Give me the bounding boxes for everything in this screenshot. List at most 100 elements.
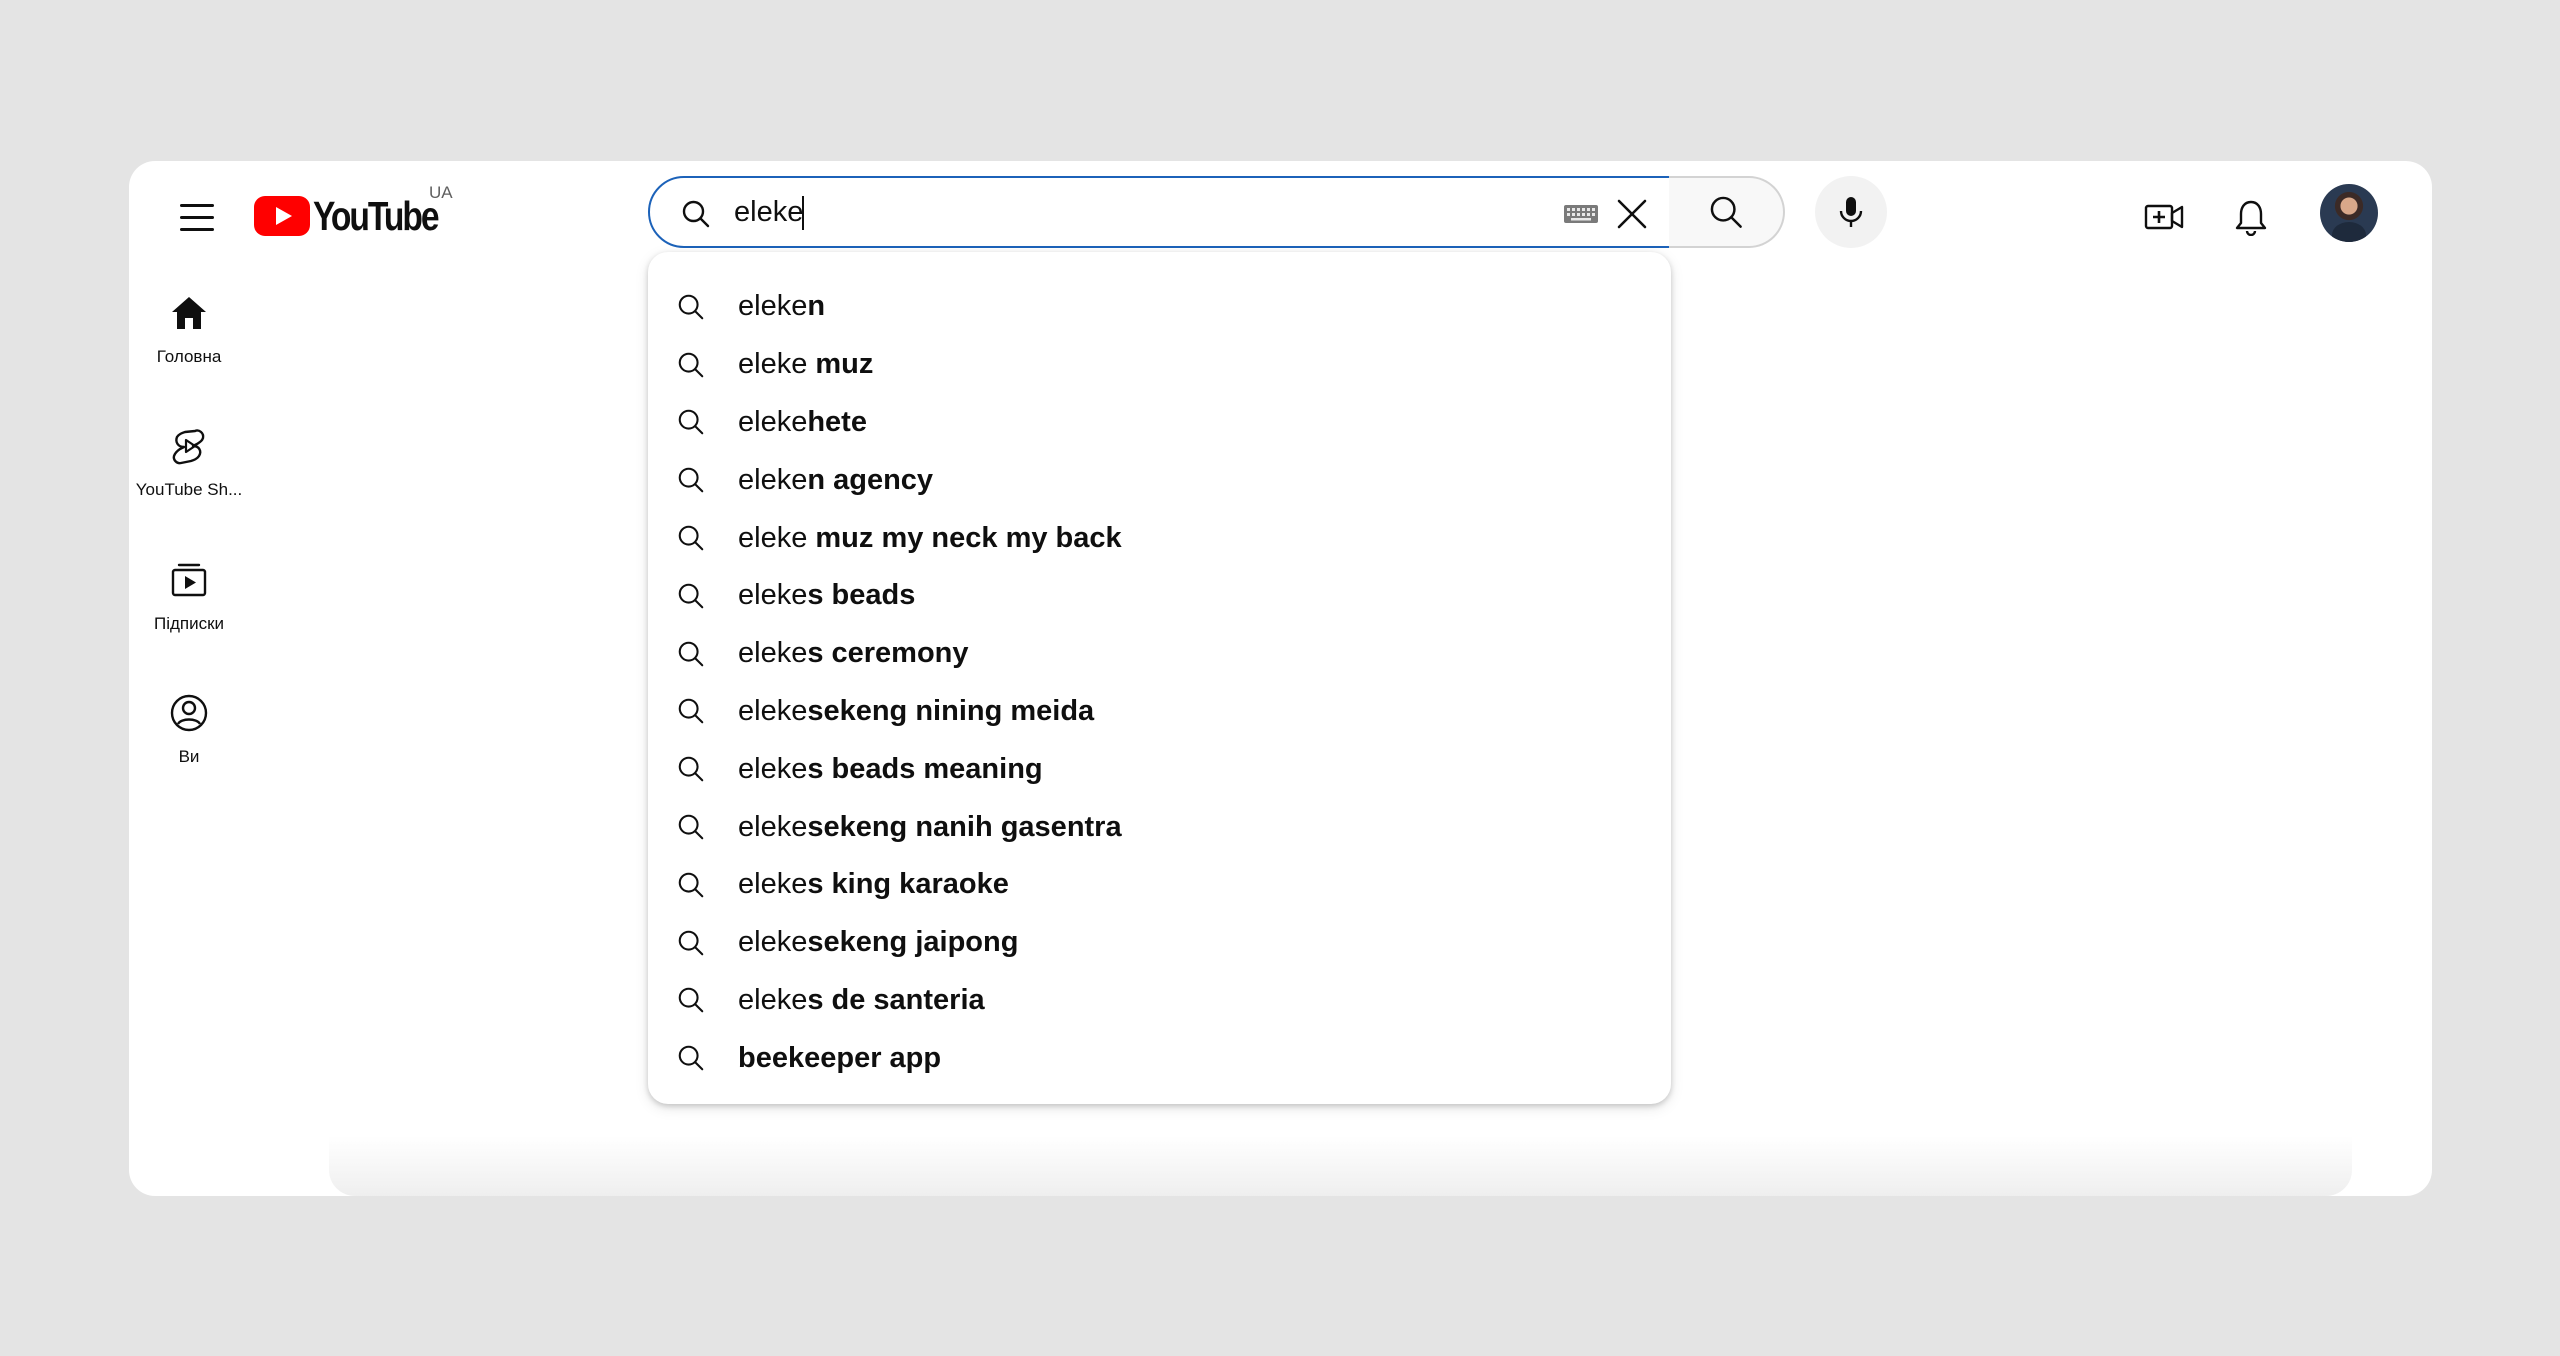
suggestion-completion: beekeeper app bbox=[738, 1041, 942, 1074]
suggestion-typed-prefix: eleke bbox=[738, 637, 808, 670]
suggestion-typed-prefix: eleke bbox=[738, 926, 808, 959]
suggestion-item[interactable]: elekes beads bbox=[648, 567, 1671, 625]
search-icon bbox=[678, 468, 704, 493]
search-icon bbox=[678, 699, 704, 724]
sidebar-item-label: Головна bbox=[156, 347, 222, 366]
suggestion-completion: muz bbox=[807, 348, 874, 381]
menu-bar bbox=[180, 203, 214, 207]
youtube-window: YouTube UA eleke Головна YouTube Sh... П… bbox=[129, 161, 2432, 1196]
logo-text: YouTube bbox=[313, 192, 440, 239]
search-icon bbox=[678, 1045, 704, 1071]
suggestion-item[interactable]: elekesekeng jaipong bbox=[648, 914, 1671, 972]
search-icon bbox=[678, 814, 704, 840]
sidebar-item-subscriptions[interactable]: Підписки bbox=[129, 548, 249, 658]
search-icon bbox=[678, 756, 704, 782]
suggestion-typed-prefix: eleke bbox=[738, 290, 808, 323]
suggestion-completion: muz my neck my back bbox=[807, 521, 1122, 554]
suggestion-text: elekes king karaoke bbox=[738, 868, 1009, 901]
keyboard-icon[interactable] bbox=[1563, 203, 1599, 225]
suggestion-text: elekes de santeria bbox=[738, 984, 985, 1017]
menu-bar bbox=[180, 215, 214, 219]
sidebar-item-shorts[interactable]: YouTube Sh... bbox=[129, 414, 249, 524]
search-icon bbox=[1710, 196, 1742, 228]
suggestion-text: eleke muz bbox=[738, 348, 873, 381]
search-icon bbox=[678, 988, 704, 1013]
suggestion-text: elekehete bbox=[738, 406, 867, 439]
text-caret bbox=[802, 196, 804, 230]
sidebar-item-label: Підписки bbox=[153, 614, 225, 633]
suggestion-typed-prefix: eleke bbox=[738, 579, 808, 612]
suggestion-text: eleken bbox=[738, 290, 825, 323]
sidebar-item-you[interactable]: Ви bbox=[129, 681, 249, 791]
suggestion-completion: s de santeria bbox=[807, 983, 985, 1016]
create-video-icon bbox=[2144, 204, 2184, 230]
suggestion-item[interactable]: elekesekeng nanih gasentra bbox=[648, 798, 1671, 856]
voice-search-button[interactable] bbox=[1815, 176, 1887, 248]
shorts-icon bbox=[172, 429, 205, 465]
home-icon bbox=[172, 297, 206, 329]
search-icon bbox=[678, 294, 704, 320]
suggestion-typed-prefix: eleke bbox=[738, 521, 808, 554]
menu-bar bbox=[180, 227, 214, 231]
suggestion-typed-prefix: eleke bbox=[738, 983, 808, 1016]
suggestion-completion: s beads bbox=[807, 579, 916, 612]
bell-icon bbox=[2235, 200, 2267, 236]
avatar[interactable] bbox=[2320, 184, 2378, 242]
suggestion-typed-prefix: eleke bbox=[738, 348, 808, 381]
notifications-button[interactable] bbox=[2223, 189, 2279, 245]
suggestion-text: elekes ceremony bbox=[738, 637, 969, 670]
suggestion-item[interactable]: eleke muz my neck my back bbox=[648, 509, 1671, 567]
suggestion-typed-prefix: eleke bbox=[738, 868, 808, 901]
search-input[interactable] bbox=[734, 190, 1524, 234]
search-icon bbox=[678, 352, 704, 377]
suggestion-completion: n bbox=[807, 290, 826, 323]
suggestion-item[interactable]: eleken bbox=[648, 278, 1671, 336]
search-icon bbox=[678, 930, 704, 955]
suggestion-text: elekes beads bbox=[738, 579, 915, 612]
sidebar-item-label: Ви bbox=[178, 747, 200, 766]
microphone-icon bbox=[1839, 197, 1863, 227]
suggestion-item[interactable]: eleken agency bbox=[648, 451, 1671, 509]
suggestion-text: eleke muz my neck my back bbox=[738, 522, 1122, 555]
suggestion-completion: s ceremony bbox=[807, 637, 969, 670]
suggestion-typed-prefix: eleke bbox=[738, 810, 808, 843]
you-icon bbox=[170, 694, 208, 732]
country-code: UA bbox=[429, 183, 453, 202]
suggestion-text: elekesekeng jaipong bbox=[738, 926, 1018, 959]
search-icon bbox=[678, 525, 704, 551]
subscriptions-icon bbox=[171, 563, 207, 597]
suggestion-text: beekeeper app bbox=[738, 1042, 941, 1075]
suggestion-item[interactable]: eleke muz bbox=[648, 336, 1671, 394]
search-icon bbox=[678, 872, 704, 898]
suggestion-text: elekes beads meaning bbox=[738, 753, 1043, 786]
suggestion-item[interactable]: elekes king karaoke bbox=[648, 856, 1671, 914]
suggestion-text: elekesekeng nining meida bbox=[738, 695, 1094, 728]
suggestion-text: elekesekeng nanih gasentra bbox=[738, 811, 1122, 844]
suggestion-typed-prefix: eleke bbox=[738, 694, 808, 727]
youtube-play-icon bbox=[254, 196, 310, 236]
suggestion-completion: hete bbox=[807, 405, 867, 438]
search-box[interactable] bbox=[648, 176, 1671, 248]
suggestion-completion: s king karaoke bbox=[807, 868, 1009, 901]
sidebar-item-home[interactable]: Головна bbox=[129, 281, 249, 391]
suggestion-typed-prefix: eleke bbox=[738, 752, 808, 785]
suggestion-item[interactable]: elekes beads meaning bbox=[648, 740, 1671, 798]
suggestion-item[interactable]: elekes de santeria bbox=[648, 972, 1671, 1030]
suggestion-item[interactable]: elekehete bbox=[648, 394, 1671, 452]
suggestion-item[interactable]: beekeeper app bbox=[648, 1029, 1671, 1087]
menu-icon[interactable] bbox=[169, 189, 225, 245]
suggestion-item[interactable]: elekesekeng nining meida bbox=[648, 683, 1671, 741]
clear-search-icon[interactable] bbox=[1613, 195, 1651, 233]
search-button[interactable] bbox=[1669, 176, 1785, 248]
window-bottom-shadow bbox=[329, 1136, 2352, 1196]
suggestion-completion: sekeng jaipong bbox=[807, 926, 1019, 959]
suggestion-completion: sekeng nining meida bbox=[807, 694, 1095, 727]
suggestion-text: eleken agency bbox=[738, 464, 933, 497]
search-icon bbox=[678, 641, 704, 666]
suggestion-completion: n agency bbox=[807, 463, 934, 496]
suggestion-item[interactable]: elekes ceremony bbox=[648, 625, 1671, 683]
sidebar-item-label: YouTube Sh... bbox=[135, 480, 243, 499]
search-icon bbox=[678, 410, 704, 435]
create-video-button[interactable] bbox=[2136, 189, 2192, 245]
suggestion-completion: sekeng nanih gasentra bbox=[807, 810, 1122, 843]
